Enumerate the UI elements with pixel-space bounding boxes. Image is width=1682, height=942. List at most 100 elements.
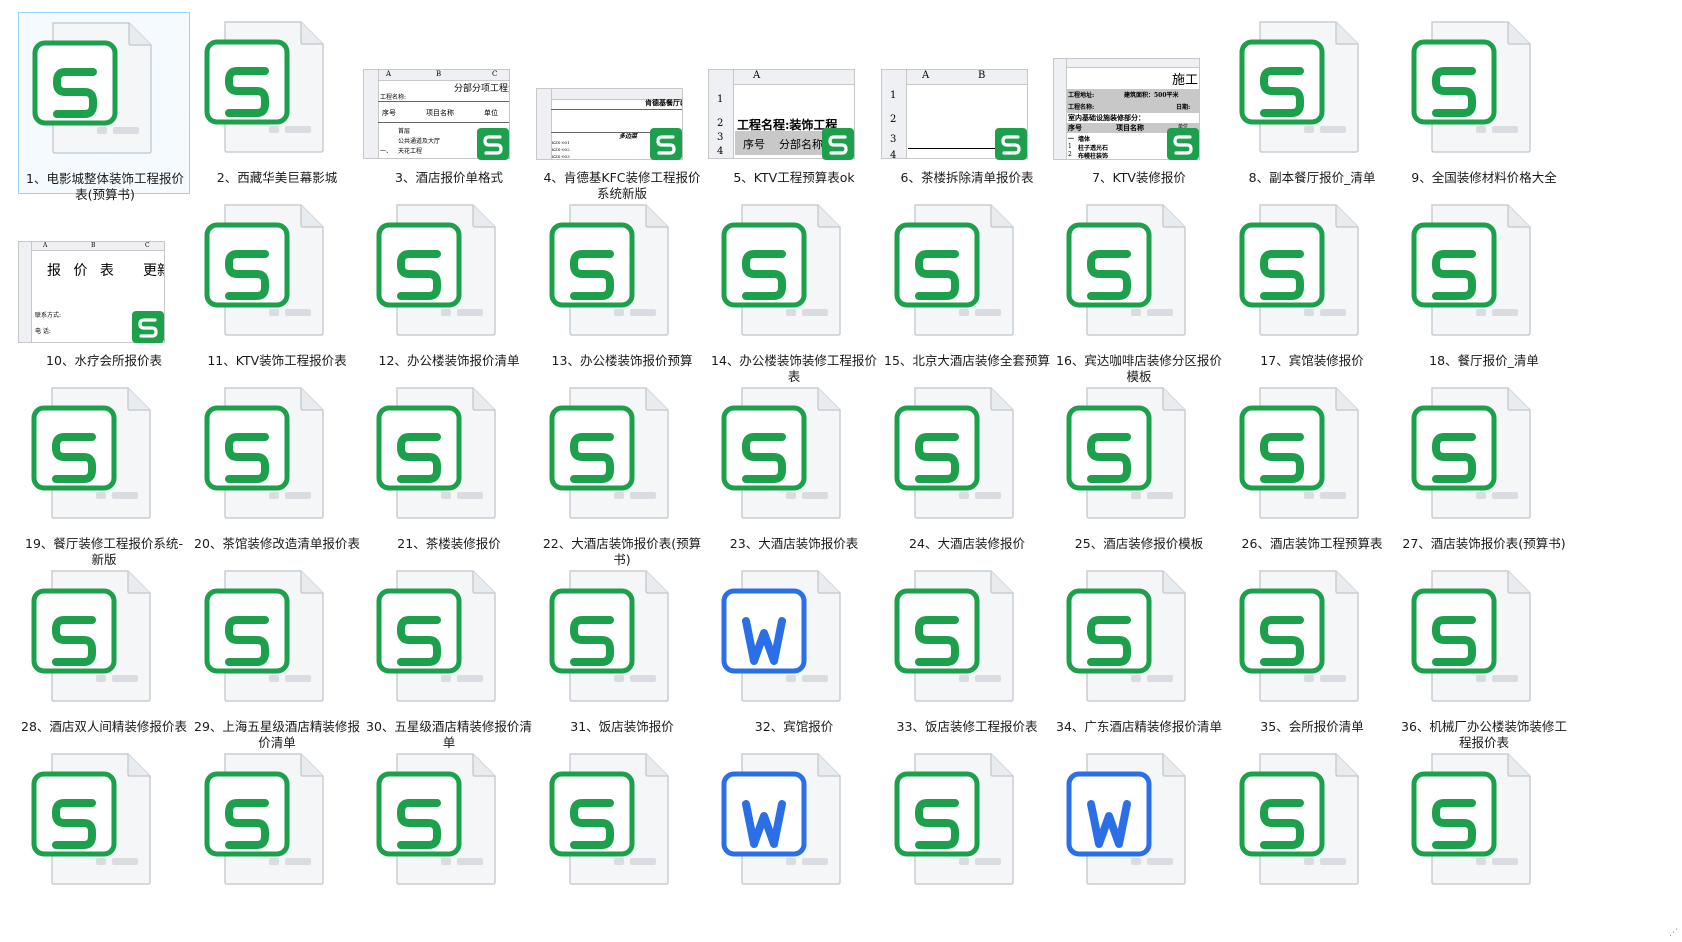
preview-text: 多边菜	[619, 133, 638, 140]
resize-grip-icon[interactable]: ⋰	[1669, 928, 1678, 938]
file-item[interactable]: 14、办公楼装饰装修工程报价表	[708, 195, 880, 384]
file-item[interactable]	[1398, 744, 1570, 926]
preview-text: KZS-003	[552, 154, 570, 159]
file-item[interactable]: 24、大酒店装修报价	[881, 378, 1053, 560]
preview-text: A	[386, 70, 392, 78]
file-item[interactable]: A B C 分部分项工程量工程名称: 序号 项目名称 单位首层公共通道及大厅一、天花工程 3、…	[363, 12, 535, 194]
file-item[interactable]: 9、全国装修材料价格大全	[1398, 12, 1570, 194]
file-item[interactable]: 29、上海五星级酒店精装修报价清单	[191, 561, 363, 750]
preview-text: 单位	[484, 109, 498, 117]
preview-text: 分部名称	[779, 138, 823, 151]
spreadsheet-icon	[881, 561, 1053, 711]
file-item[interactable]	[1226, 744, 1398, 926]
spreadsheet-icon	[191, 744, 363, 894]
preview-text: 4	[890, 150, 897, 159]
document-icon	[708, 744, 880, 894]
spreadsheet-badge-icon	[1167, 128, 1199, 160]
file-item[interactable]	[191, 744, 363, 926]
preview-text: 一	[1068, 136, 1075, 143]
spreadsheet-icon	[536, 561, 708, 711]
preview-text: 工程地址:	[1068, 92, 1095, 99]
file-item[interactable]: 32、宾馆报价	[708, 561, 880, 743]
file-item[interactable]	[1053, 744, 1225, 926]
file-item[interactable]: 8、副本餐厅报价_清单	[1226, 12, 1398, 194]
preview-text: 4	[717, 146, 724, 157]
file-item[interactable]: A B C 报 价 表 更新联系方式: 电 话: 10、水疗会所报价表	[18, 195, 190, 377]
file-item[interactable]	[18, 744, 190, 926]
file-name-label: 3、酒店报价单格式	[395, 170, 503, 185]
preview-text: B	[436, 70, 442, 78]
preview-text: 分部分项工程量	[454, 84, 509, 94]
preview-text: 电 话:	[35, 328, 51, 335]
preview-text: 3	[890, 134, 897, 145]
file-item[interactable]: 22、大酒店装饰报价表(预算书)	[536, 378, 708, 567]
file-name-label: 17、宾馆装修报价	[1260, 353, 1364, 368]
spreadsheet-icon	[191, 195, 363, 345]
spreadsheet-thumbnail: A B C 报 价 表 更新联系方式: 电 话:	[18, 195, 190, 345]
spreadsheet-icon	[18, 561, 190, 711]
file-item[interactable]: 18、餐厅报价_清单	[1398, 195, 1570, 377]
file-item[interactable]: 23、大酒店装饰报价表	[708, 378, 880, 560]
file-item[interactable]: 33、饭店装修工程报价表	[881, 561, 1053, 743]
preview-text: A	[922, 70, 930, 81]
spreadsheet-icon	[191, 12, 363, 162]
preview-text: 3	[717, 132, 724, 143]
file-item[interactable]: 30、五星级酒店精装修报价清单	[363, 561, 535, 750]
file-item[interactable]: 12、办公楼装饰报价清单	[363, 195, 535, 377]
preview-text: 施工	[1172, 73, 1199, 88]
spreadsheet-icon	[191, 561, 363, 711]
preview-text: 建筑面积：500平米	[1124, 92, 1179, 99]
file-item[interactable]: 20、茶馆装修改造清单报价表	[191, 378, 363, 560]
file-item[interactable]: 27、酒店装饰报价表(预算书)	[1398, 378, 1570, 560]
preview-text: KZS-001	[552, 140, 570, 145]
spreadsheet-icon	[1398, 195, 1570, 345]
file-item[interactable]	[881, 744, 1053, 926]
file-item[interactable]: 21、茶楼装修报价	[363, 378, 535, 560]
preview-text: 布幔柱装饰	[1078, 153, 1109, 160]
spreadsheet-icon	[18, 744, 190, 894]
preview-text: 1	[717, 94, 724, 105]
spreadsheet-thumbnail: A B 1 2 3 4	[881, 12, 1053, 162]
file-item[interactable]: 17、宾馆装修报价	[1226, 195, 1398, 377]
preview-text: 序号	[382, 109, 396, 117]
preview-text: 2	[1068, 151, 1072, 158]
file-grid: 1、电影城整体装饰工程报价表(预算书) 2、西藏华美巨幕影城 A B C 分部分项工程量工…	[18, 12, 1678, 930]
spreadsheet-icon	[1398, 12, 1570, 162]
file-item[interactable]: 13、办公楼装饰报价预算	[536, 195, 708, 377]
file-item[interactable]	[708, 744, 880, 926]
preview-text: 工程名称:	[1068, 104, 1095, 111]
file-item[interactable]: 34、广东酒店精装修报价清单	[1053, 561, 1225, 743]
file-name-label: 5、KTV工程预算表ok	[733, 170, 855, 185]
file-item[interactable]: A B 1 2 3 4 6、茶楼拆除清单报价表	[881, 12, 1053, 194]
preview-text: 序号	[743, 138, 765, 151]
file-item[interactable]	[363, 744, 535, 926]
file-item[interactable]	[536, 744, 708, 926]
file-item[interactable]: 肯德基餐厅装 多边菜 KZS-001 KZS-002 KZS-003 4、肯德基KFC装修…	[536, 12, 708, 201]
file-item[interactable]: A 1 2 3 4 工程名程:装饰工程 序号 分部名称 5、KTV工程预算表ok	[708, 12, 880, 194]
preview-text: 日期:	[1176, 104, 1191, 111]
spreadsheet-icon	[536, 378, 708, 528]
file-item[interactable]: 35、会所报价清单	[1226, 561, 1398, 743]
file-item[interactable]: 1、电影城整体装饰工程报价表(预算书)	[18, 12, 190, 202]
file-item[interactable]: 19、餐厅装修工程报价系统-新版	[18, 378, 190, 567]
preview-text: 2	[717, 118, 724, 129]
file-name-label: 9、全国装修材料价格大全	[1411, 170, 1557, 185]
spreadsheet-icon	[881, 744, 1053, 894]
file-item[interactable]: 26、酒店装饰工程预算表	[1226, 378, 1398, 560]
file-name-label: 27、酒店装饰报价表(预算书)	[1402, 536, 1566, 551]
file-item[interactable]: 15、北京大酒店装修全套预算	[881, 195, 1053, 377]
spreadsheet-icon	[363, 195, 535, 345]
spreadsheet-icon	[363, 561, 535, 711]
file-item[interactable]: 16、宾达咖啡店装修分区报价模板	[1053, 195, 1225, 384]
file-item[interactable]: 25、酒店装修报价模板	[1053, 378, 1225, 560]
file-item[interactable]: 31、饭店装饰报价	[536, 561, 708, 743]
file-item[interactable]: 36、机械厂办公楼装饰装修工程报价表	[1398, 561, 1570, 750]
file-item[interactable]: 2、西藏华美巨幕影城	[191, 12, 363, 194]
file-item[interactable]: 11、KTV装饰工程报价表	[191, 195, 363, 377]
file-item[interactable]: 28、酒店双人间精装修报价表	[18, 561, 190, 743]
file-name-label: 21、茶楼装修报价	[397, 536, 501, 551]
preview-text: B	[978, 70, 986, 81]
spreadsheet-icon	[1398, 561, 1570, 711]
file-name-label: 11、KTV装饰工程报价表	[207, 353, 347, 368]
file-item[interactable]: 施工 工程地址: 建筑面积：500平米 工程名称: 日期: 室内基础设施装修部分： 序号 项目…	[1053, 12, 1225, 194]
